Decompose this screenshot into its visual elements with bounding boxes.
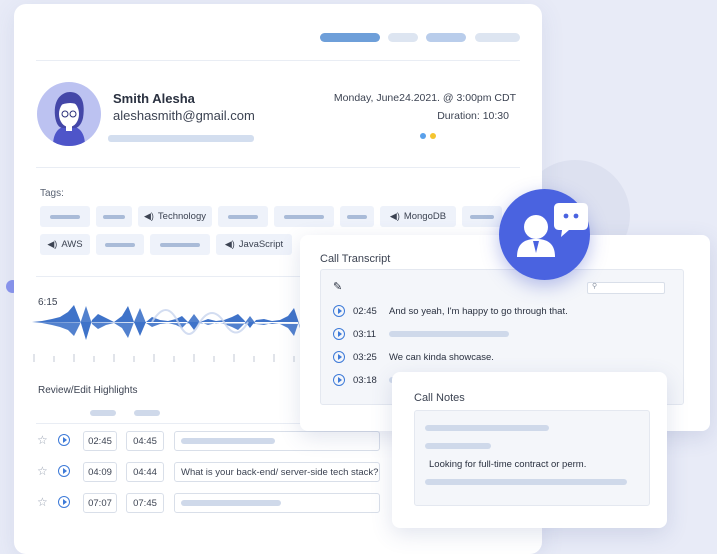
highlight-start[interactable]: 04:09 — [83, 462, 117, 482]
tag-aws[interactable]: ◀) AWS — [40, 234, 90, 255]
candidate-name: Smith Alesha — [113, 91, 195, 106]
transcript-time[interactable]: 03:11 — [353, 329, 376, 340]
column-header-placeholder — [134, 410, 160, 416]
notes-text: Looking for full-time contract or perm. — [429, 459, 587, 470]
highlight-text-field[interactable]: What is your back-end/ server-side tech … — [174, 462, 380, 482]
play-icon[interactable] — [333, 305, 345, 317]
call-notes-card: Call Notes Looking for full-time contrac… — [392, 372, 667, 528]
progress-pill-4[interactable] — [475, 33, 520, 42]
placeholder-bar — [181, 500, 281, 506]
placeholder-bar — [108, 135, 254, 142]
progress-pill-1[interactable] — [320, 33, 380, 42]
transcript-text: And so yeah, I'm happy to go through tha… — [389, 306, 568, 317]
tag-placeholder[interactable] — [218, 206, 268, 227]
progress-pill-3[interactable] — [426, 33, 466, 42]
tag-technology[interactable]: ◀) Technology — [138, 206, 212, 227]
progress-pill-2[interactable] — [388, 33, 418, 42]
notes-panel[interactable]: Looking for full-time contract or perm. — [414, 410, 650, 506]
tag-label: AWS — [61, 239, 83, 250]
highlight-text-field[interactable] — [174, 431, 380, 451]
highlight-start[interactable]: 02:45 — [83, 431, 117, 451]
speaker-icon: ◀) — [144, 211, 154, 221]
highlight-text-field[interactable] — [174, 493, 380, 513]
placeholder-bar — [425, 425, 549, 431]
call-duration: Duration: 10:30 — [437, 110, 509, 122]
play-icon[interactable] — [58, 434, 70, 446]
tag-placeholder[interactable] — [96, 234, 144, 255]
call-date: Monday, June24.2021. @ 3:00pm CDT — [333, 92, 516, 104]
speaker-icon: ◀) — [389, 211, 400, 221]
tag-placeholder[interactable] — [274, 206, 334, 227]
star-icon[interactable]: ☆ — [37, 495, 48, 509]
placeholder-bar — [425, 479, 627, 485]
divider — [36, 60, 520, 61]
tag-label: JavaScript — [238, 239, 284, 250]
highlight-end[interactable]: 04:44 — [126, 462, 164, 482]
review-highlights-label: Review/Edit Highlights — [38, 385, 138, 396]
tag-javascript[interactable]: ◀) JavaScript — [216, 234, 292, 255]
star-icon[interactable]: ☆ — [37, 433, 48, 447]
placeholder-bar — [181, 438, 275, 444]
tags-label: Tags: — [40, 188, 64, 199]
divider — [36, 276, 306, 277]
transcript-text: We can kinda showcase. — [389, 352, 494, 363]
play-icon[interactable] — [58, 496, 70, 508]
divider — [36, 167, 520, 168]
transcript-time[interactable]: 03:18 — [353, 375, 377, 386]
tag-label: MongoDB — [403, 211, 447, 222]
star-icon[interactable]: ☆ — [37, 464, 48, 478]
highlight-start[interactable]: 07:07 — [83, 493, 117, 513]
pencil-icon[interactable]: ✎ — [333, 280, 342, 293]
column-header-placeholder — [90, 410, 116, 416]
notes-title: Call Notes — [414, 392, 465, 404]
candidate-email[interactable]: aleshasmith@gmail.com — [113, 108, 255, 123]
tag-placeholder[interactable] — [40, 206, 90, 227]
transcript-search-input[interactable]: ⚲ — [587, 282, 665, 294]
tag-mongodb[interactable]: ◀) MongoDB — [380, 206, 456, 227]
tag-label: Technology — [157, 211, 206, 222]
transcript-time[interactable]: 03:25 — [353, 352, 377, 363]
speaker-icon: ◀) — [47, 239, 58, 249]
status-dot-blue — [420, 133, 426, 139]
play-icon[interactable] — [333, 351, 345, 363]
play-icon[interactable] — [58, 465, 70, 477]
chat-user-icon — [499, 189, 590, 280]
placeholder-bar — [425, 443, 491, 449]
avatar — [37, 82, 101, 146]
play-icon[interactable] — [333, 374, 345, 386]
transcript-time[interactable]: 02:45 — [353, 306, 377, 317]
search-icon: ⚲ — [592, 283, 598, 290]
speaker-icon: ◀) — [224, 239, 235, 249]
audio-waveform[interactable] — [32, 300, 302, 370]
tag-placeholder[interactable] — [96, 206, 132, 227]
tag-placeholder[interactable] — [340, 206, 374, 227]
placeholder-bar — [389, 331, 509, 337]
tag-placeholder[interactable] — [462, 206, 502, 227]
play-icon[interactable] — [333, 328, 345, 340]
divider — [36, 423, 306, 424]
transcript-title: Call Transcript — [320, 253, 391, 265]
highlight-end[interactable]: 07:45 — [126, 493, 164, 513]
status-dot-yellow — [430, 133, 436, 139]
highlight-end[interactable]: 04:45 — [126, 431, 164, 451]
tag-placeholder[interactable] — [150, 234, 210, 255]
